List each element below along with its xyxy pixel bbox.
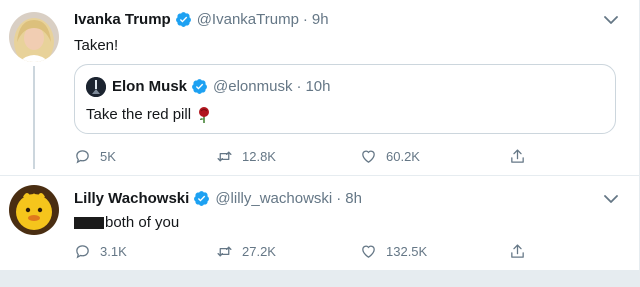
redaction-bar — [74, 216, 104, 229]
like-count: 60.2K — [386, 148, 420, 164]
quoted-author-name[interactable]: Elon Musk — [112, 78, 187, 95]
quoted-tweet-header: Elon Musk @elonmusk · 10h — [112, 78, 330, 95]
avatar-lilly[interactable] — [9, 185, 59, 235]
like-button[interactable]: 60.2K — [360, 146, 420, 166]
reply-button[interactable]: 3.1K — [74, 241, 127, 261]
rose-emoji-icon — [199, 106, 210, 123]
share-button[interactable] — [509, 241, 535, 261]
thread-connector-line — [33, 66, 35, 169]
verified-badge-icon — [175, 12, 191, 27]
tweet-text: Taken! — [74, 37, 119, 54]
author-name[interactable]: Ivanka Trump — [74, 11, 171, 28]
tweet-divider — [0, 175, 640, 176]
tweet-header: Ivanka Trump @IvankaTrump · 9h — [74, 11, 329, 28]
separator-dot: · — [336, 190, 342, 207]
share-icon — [511, 243, 524, 258]
like-icon — [362, 245, 375, 258]
reply-icon — [76, 244, 89, 258]
share-button[interactable] — [509, 146, 535, 166]
author-handle[interactable]: @lilly_wachowski — [215, 190, 332, 207]
separator-dot: · — [296, 78, 302, 95]
share-icon — [511, 148, 524, 163]
retweet-count: 12.8K — [242, 148, 276, 164]
tweet-actions: 3.1K 27.2K 132.5K — [74, 241, 534, 261]
avatar-elon[interactable] — [86, 77, 106, 97]
reply-count: 3.1K — [100, 243, 127, 259]
retweet-icon — [217, 151, 232, 161]
reply-count: 5K — [100, 148, 116, 164]
timestamp[interactable]: 9h — [312, 11, 329, 28]
timestamp[interactable]: 8h — [345, 190, 362, 207]
tweet-header: Lilly Wachowski @lilly_wachowski · 8h — [74, 190, 362, 207]
retweet-count: 27.2K — [242, 243, 276, 259]
author-handle[interactable]: @IvankaTrump — [197, 11, 299, 28]
tweet-ivanka[interactable]: Ivanka Trump @IvankaTrump · 9h Taken! El… — [0, 0, 640, 175]
retweet-icon — [217, 246, 232, 256]
like-count: 132.5K — [386, 243, 428, 259]
tweet-text: both of you — [105, 214, 180, 231]
retweet-button[interactable]: 12.8K — [216, 146, 276, 166]
verified-badge-icon — [192, 79, 207, 94]
retweet-button[interactable]: 27.2K — [216, 241, 276, 261]
verified-badge-icon — [194, 191, 210, 206]
tweet-text-row: both of you — [74, 214, 179, 231]
avatar-ivanka[interactable] — [9, 12, 59, 62]
reply-button[interactable]: 5K — [74, 146, 116, 166]
timeline-bottom-bar — [0, 270, 640, 287]
like-button[interactable]: 132.5K — [360, 241, 427, 261]
chevron-down-icon[interactable] — [604, 15, 618, 25]
quoted-tweet[interactable]: Elon Musk @elonmusk · 10h Take the red p… — [74, 64, 616, 134]
quoted-timestamp[interactable]: 10h — [305, 78, 330, 95]
quoted-tweet-text: Take the red pill — [86, 106, 192, 123]
tweet-actions: 5K 12.8K 60.2K — [74, 146, 534, 166]
quoted-author-handle[interactable]: @elonmusk — [213, 78, 292, 95]
separator-dot: · — [302, 11, 308, 28]
chevron-down-icon[interactable] — [604, 194, 618, 204]
author-name[interactable]: Lilly Wachowski — [74, 190, 189, 207]
quoted-tweet-text-row: Take the red pill — [86, 106, 211, 123]
reply-icon — [76, 149, 89, 163]
like-icon — [362, 150, 375, 163]
